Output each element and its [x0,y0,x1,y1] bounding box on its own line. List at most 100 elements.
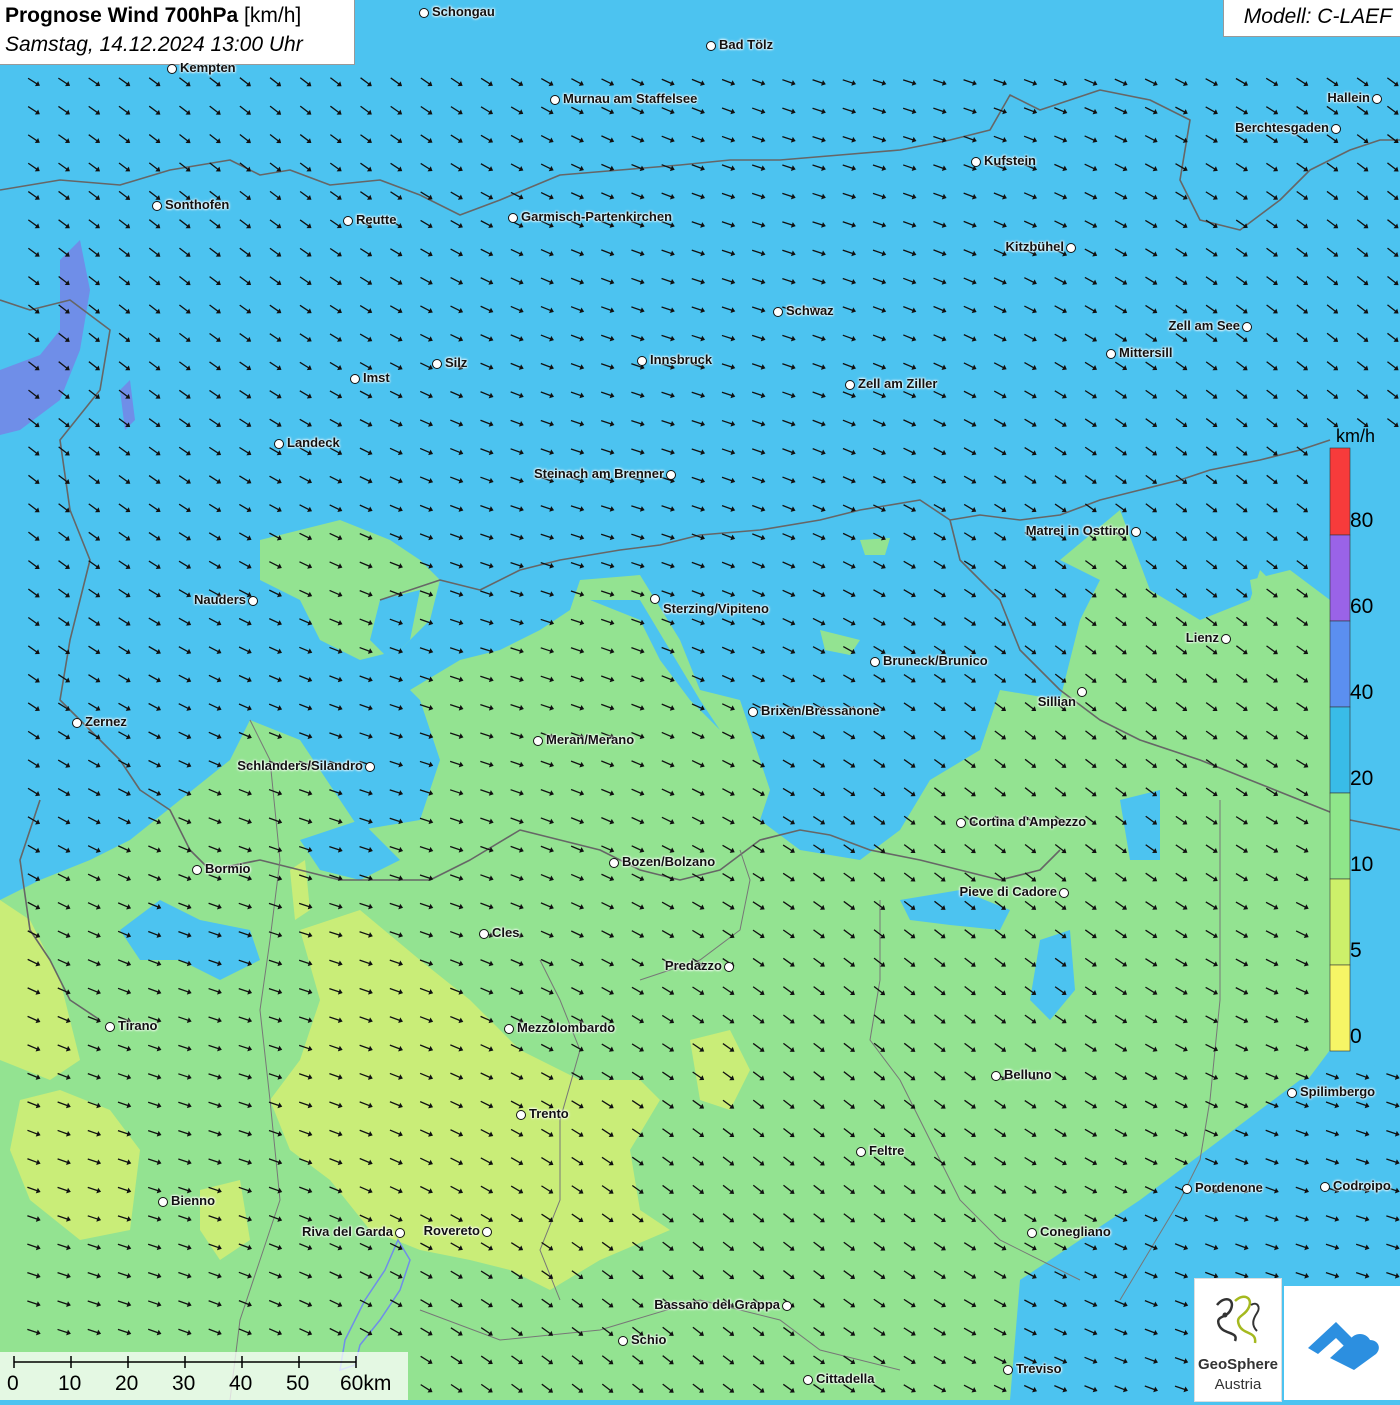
legend-label-40: 40 [1350,681,1374,704]
geosphere-line1: GeoSphere [1197,1356,1279,1373]
mountain-cloud-icon [1308,1322,1379,1370]
city-marker [482,1227,492,1237]
city-label: Schongau [432,4,495,19]
city-marker [432,359,442,369]
city-label: Silz [445,355,468,370]
city-label: Pieve di Cadore [959,884,1057,899]
city-label: Zell am See [1168,318,1240,333]
city-label: Berchtesgaden [1235,120,1329,135]
scale-label-30: 30 [172,1372,196,1395]
city-marker [1242,322,1252,332]
city-label: Cles [492,925,520,940]
scale-ticks [13,1356,357,1368]
city-marker [1077,687,1087,697]
city-marker [1331,124,1341,134]
city-marker [1131,527,1141,537]
city-label: Lienz [1185,630,1219,645]
city-marker [845,380,855,390]
city-label: Imst [363,370,390,385]
map-title-unit: [km/h] [244,4,302,27]
scale-label-60km: 60km [340,1372,392,1395]
city-label: Bienno [171,1193,216,1208]
city-marker [158,1197,168,1207]
legend-label-20: 20 [1350,767,1374,790]
city-label: Bassano del Grappa [654,1297,780,1312]
city-label: Sterzing/Vipiteno [663,601,769,616]
city-label: Murnau am Staffelsee [563,91,698,106]
city-marker [105,1022,115,1032]
city-marker [1221,634,1231,644]
city-marker [1320,1182,1330,1192]
city-marker [782,1301,792,1311]
city-marker [956,818,966,828]
city-marker [773,307,783,317]
city-marker [1027,1228,1037,1238]
city-marker [516,1110,526,1120]
city-label: Mezzolombardo [517,1020,616,1035]
geosphere-line2: Austria [1214,1376,1262,1393]
city-marker [192,865,202,875]
city-marker [1372,94,1382,104]
city-marker [1182,1184,1192,1194]
model-label: Modell: C-LAEF [1243,5,1392,28]
city-label: Feltre [869,1143,905,1158]
city-marker [395,1228,405,1238]
city-label: Kitzbühel [1005,239,1065,254]
city-marker [803,1375,813,1385]
geosphere-logo[interactable]: GeoSphere Austria [1194,1278,1282,1402]
city-label: Schlanders/Silandro [237,758,363,773]
city-label: Zernez [85,714,127,729]
scale-label-40: 40 [229,1372,253,1395]
city-label: Codroipo [1333,1178,1391,1193]
city-label: Meran/Merano [546,732,635,747]
city-marker [1003,1365,1013,1375]
city-label: Pordenone [1195,1180,1263,1195]
city-marker [870,657,880,667]
city-label: Kufstein [984,153,1036,168]
city-marker [856,1147,866,1157]
city-marker [1066,243,1076,253]
city-label: Schwaz [786,303,834,318]
city-label: Riva del Garda [301,1224,393,1239]
city-label: Kempten [180,60,236,75]
city-label: Landeck [287,435,340,450]
city-label: Bad Tölz [719,37,774,52]
legend-label-80: 80 [1350,509,1374,532]
city-marker [637,356,647,366]
city-marker [508,213,518,223]
city-label: Sonthofen [165,197,230,212]
scale-label-50: 50 [286,1372,310,1395]
city-label: Cittadella [816,1371,875,1386]
city-label: Bormio [205,861,251,876]
city-marker [609,858,619,868]
city-label: Garmisch-Partenkirchen [521,209,673,224]
city-label: Conegliano [1040,1224,1111,1239]
city-label: Cortina d'Ampezzo [969,814,1087,829]
city-marker [248,596,258,606]
city-label: Spilimbergo [1300,1084,1376,1099]
legend: km/h 80 60 40 20 10 5 0 [1330,424,1400,1064]
city-marker [365,762,375,772]
city-label: Zell am Ziller [858,376,938,391]
city-marker [706,41,716,51]
city-marker [1106,349,1116,359]
city-label: Reutte [356,212,397,227]
city-label: Innsbruck [650,352,713,367]
app-logo[interactable] [1284,1286,1400,1400]
model-box: Modell: C-LAEF [1223,0,1400,37]
city-label: Steinach am Brenner [533,466,664,481]
city-label: Sillian [1037,694,1076,709]
city-marker [343,216,353,226]
map-title: Prognose Wind 700hPa [km/h] [5,4,301,28]
forecast-datetime: Samstag, 14.12.2024 13:00 Uhr [5,33,303,56]
scale-label-10: 10 [58,1372,82,1395]
city-marker [419,8,429,18]
city-label: Tirano [118,1018,158,1033]
title-box: Prognose Wind 700hPa [km/h] Samstag, 14.… [0,0,355,65]
legend-label-60: 60 [1350,595,1374,618]
city-label: Mittersill [1119,345,1173,360]
city-label: Trento [529,1106,569,1121]
legend-label-10: 10 [1350,853,1374,876]
city-marker [550,95,560,105]
city-marker [618,1336,628,1346]
